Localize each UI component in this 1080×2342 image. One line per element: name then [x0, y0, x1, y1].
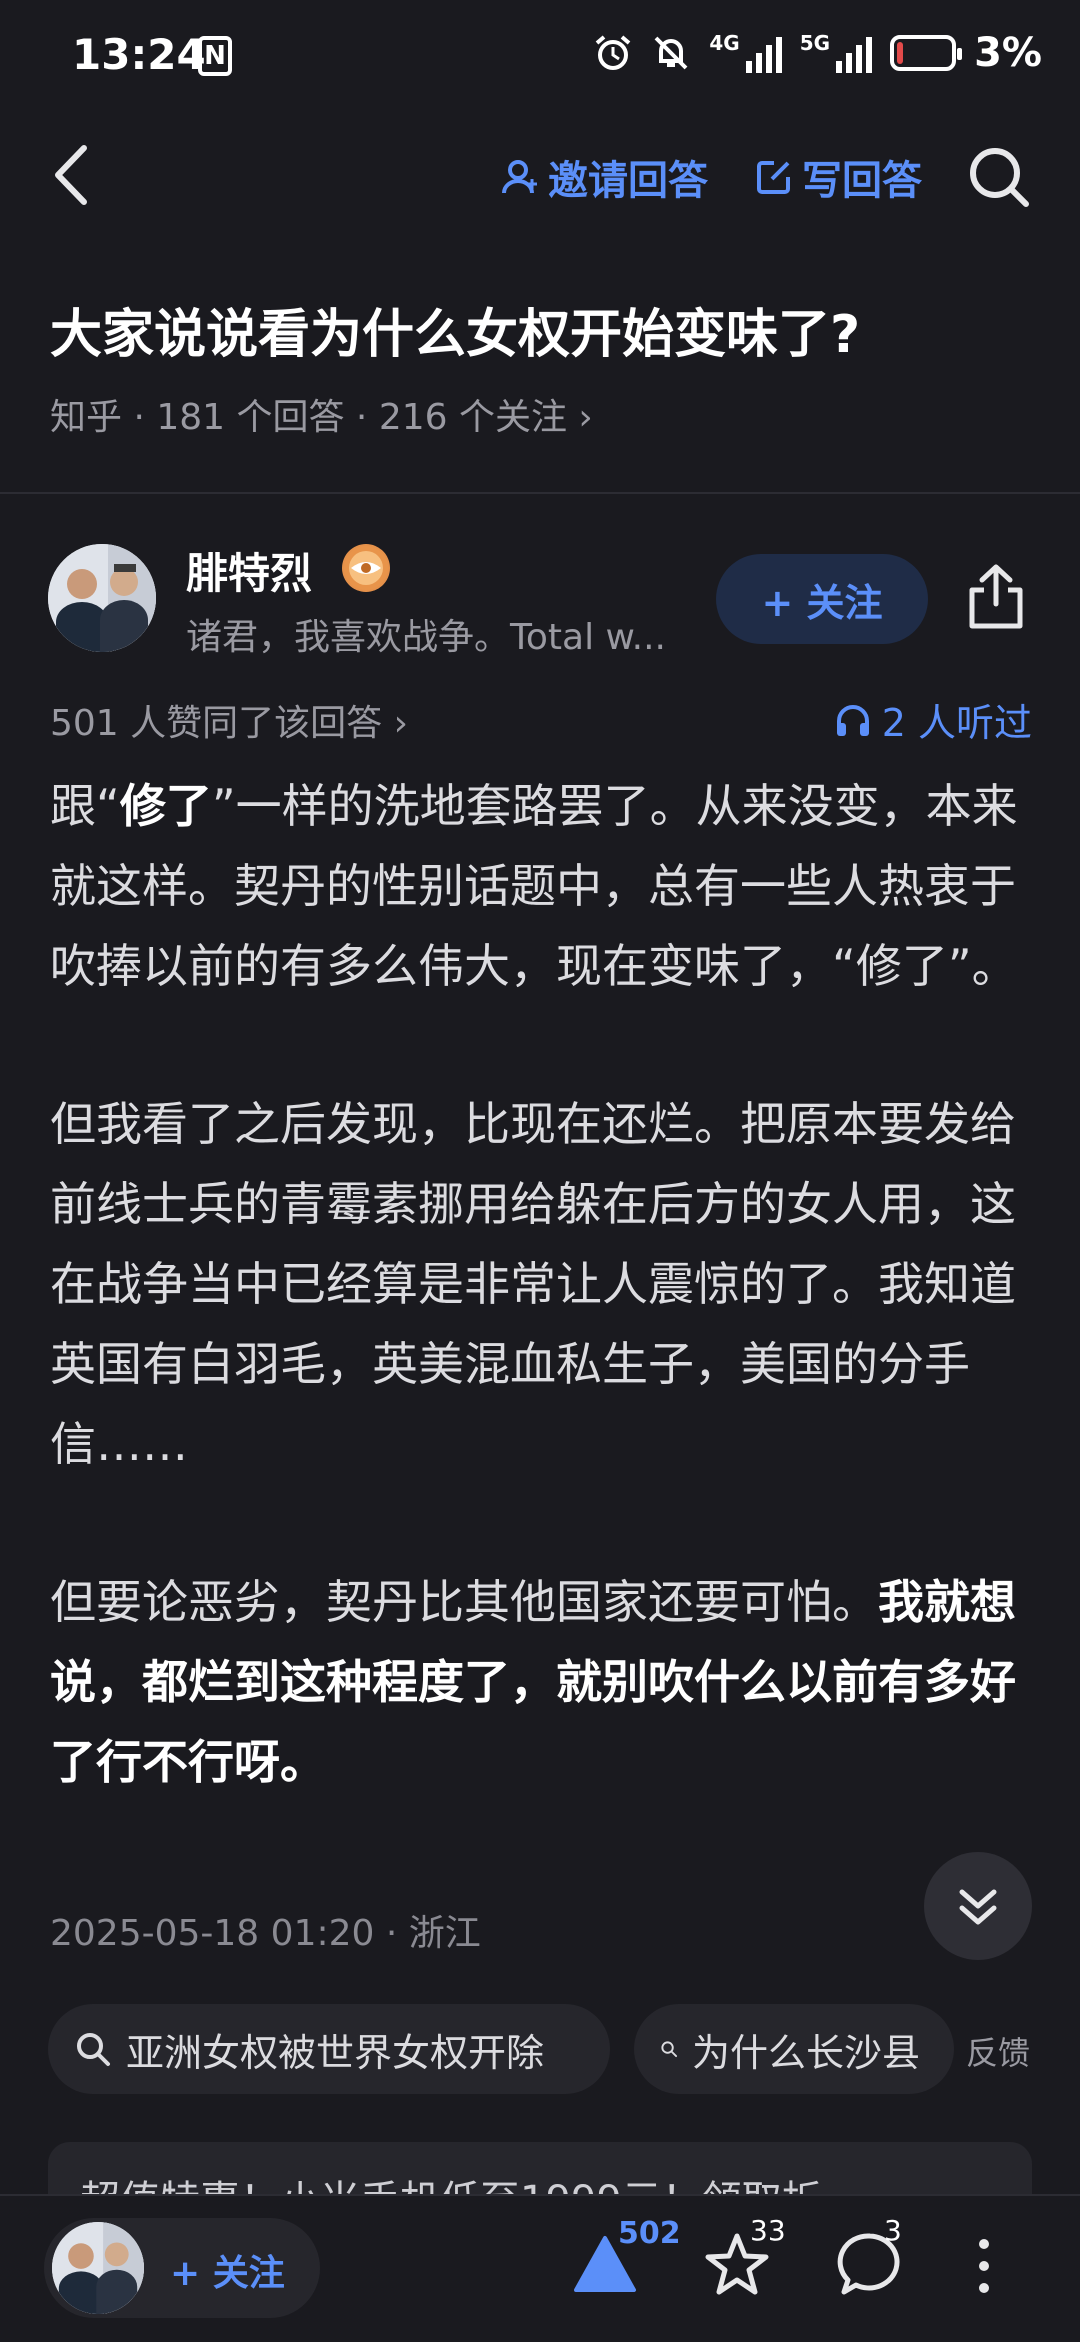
write-answer-label: 写回答: [802, 158, 922, 204]
headphones-icon: [836, 704, 869, 736]
paragraph-1: 跟“修了”一样的洗地套路罢了。从来没变，本来就这样。契丹的性别话题中，总有一些人…: [50, 779, 1018, 993]
search-icon: [661, 2041, 678, 2058]
battery-icon: [890, 35, 963, 71]
search-icon[interactable]: [964, 142, 1034, 212]
nfc-icon: N: [198, 36, 232, 76]
question-meta[interactable]: 知乎 · 181 个回答 · 216 个关注 ›: [50, 388, 593, 440]
listened-button[interactable]: 2 人听过: [834, 692, 1032, 747]
related-search-chip[interactable]: 亚洲女权被世界女权开除: [48, 2004, 610, 2094]
status-time: 13:24: [72, 30, 206, 79]
paragraph-3: 但要论恶劣，契丹比其他国家还要可怕。我就想说，都烂到这种程度了，就别吹什么以前有…: [50, 1575, 1016, 1789]
agree-count[interactable]: 501 人赞同了该回答 ›: [50, 694, 408, 746]
edit-icon: [757, 161, 790, 194]
related-search-chip[interactable]: 为什么长沙县: [634, 2004, 954, 2094]
follow-button[interactable]: + 关注: [716, 554, 928, 644]
eye-badge-icon: [342, 544, 390, 592]
listened-label: 2 人听过: [881, 701, 1032, 745]
share-icon[interactable]: [964, 562, 1028, 632]
double-chevron-down-icon: [959, 1889, 997, 1925]
post-timestamp: 2025-05-18 01:20 · 浙江: [50, 1913, 481, 1954]
status-indicators: 4G 5G 3%: [593, 30, 1042, 76]
more-vertical-icon[interactable]: [972, 2236, 996, 2296]
write-answer-button[interactable]: 写回答: [754, 148, 922, 206]
divider: [0, 492, 1080, 494]
star-count: 33: [750, 2214, 786, 2247]
signal-4g-icon: 4G: [709, 33, 782, 73]
invite-answer-label: 邀请回答: [548, 158, 708, 204]
bottom-follow-label: + 关注: [170, 2253, 285, 2294]
mute-bell-icon: [654, 36, 688, 70]
person-icon: [502, 160, 537, 194]
scroll-down-button[interactable]: [924, 1852, 1032, 1960]
bottom-author-avatar[interactable]: [52, 2222, 144, 2314]
search-icon: [77, 2033, 110, 2066]
signal-5g-icon: 5G: [800, 33, 873, 73]
battery-percent: 3%: [974, 30, 1042, 76]
paragraph-2: 但我看了之后发现，比现在还烂。把原本要发给前线士兵的青霉素挪用给躲在后方的女人用…: [50, 1097, 1016, 1471]
status-bar: 13:24 N 4G 5G 3%: [0, 0, 1080, 120]
answer-content: 跟“修了”一样的洗地套路罢了。从来没变，本来就这样。契丹的性别话题中，总有一些人…: [50, 766, 1034, 1880]
question-title[interactable]: 大家说说看为什么女权开始变味了?: [50, 292, 860, 367]
back-arrow-icon[interactable]: [44, 140, 104, 210]
comment-count: 3: [884, 2214, 902, 2247]
feedback-link[interactable]: 反馈: [966, 2028, 1030, 2074]
alarm-icon: [596, 35, 631, 70]
author-avatar[interactable]: [48, 544, 156, 652]
author-name[interactable]: 腓特烈: [186, 540, 312, 601]
author-bio: 诸君，我喜欢战争。Total w...: [186, 617, 666, 658]
upvote-count: 502: [618, 2216, 681, 2251]
invite-answer-button[interactable]: 邀请回答: [500, 148, 708, 206]
